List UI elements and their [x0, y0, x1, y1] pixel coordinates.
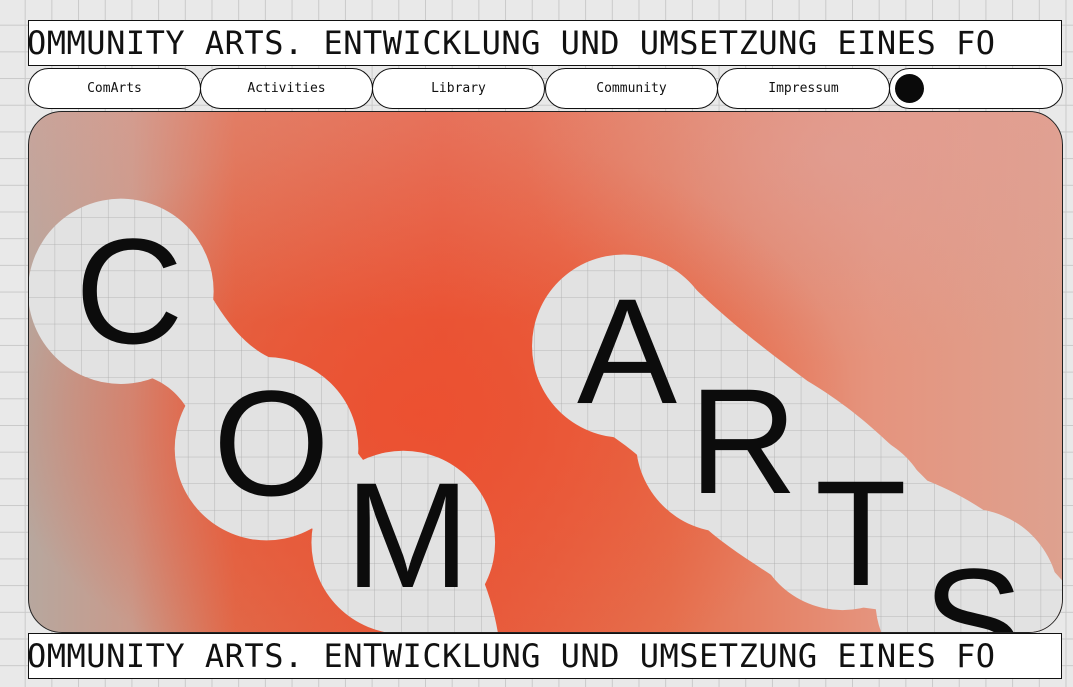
hero-letter-r: R [689, 357, 798, 525]
theme-toggle-button[interactable] [889, 68, 1063, 109]
hero-letter-c: C [75, 207, 184, 375]
hero-blob-shapes [29, 198, 1062, 632]
hero-letter-m: M [345, 451, 470, 619]
nav-activities[interactable]: Activities [200, 68, 373, 109]
hero-letter-a: A [577, 267, 678, 435]
ticker-text-top: OMMUNITY ARTS. ENTWICKLUNG UND UMSETZUNG… [28, 24, 996, 62]
ticker-banner-bottom: OMMUNITY ARTS. ENTWICKLUNG UND UMSETZUNG… [28, 633, 1062, 679]
nav-comarts[interactable]: ComArts [28, 68, 201, 109]
black-dot-toggle-icon [895, 74, 924, 103]
main-nav: ComArts Activities Library Community Imp… [28, 68, 1064, 110]
nav-community[interactable]: Community [545, 68, 718, 109]
nav-impressum[interactable]: Impressum [717, 68, 890, 109]
hero-letter-t: T [815, 449, 907, 617]
ticker-banner-top: OMMUNITY ARTS. ENTWICKLUNG UND UMSETZUNG… [28, 20, 1062, 66]
ticker-text-bottom: OMMUNITY ARTS. ENTWICKLUNG UND UMSETZUNG… [28, 637, 996, 675]
hero-letter-s: S [923, 537, 1024, 633]
hero-letter-o: O [213, 359, 330, 527]
hero-banner: C O M A R T S [28, 111, 1063, 633]
nav-library[interactable]: Library [372, 68, 545, 109]
